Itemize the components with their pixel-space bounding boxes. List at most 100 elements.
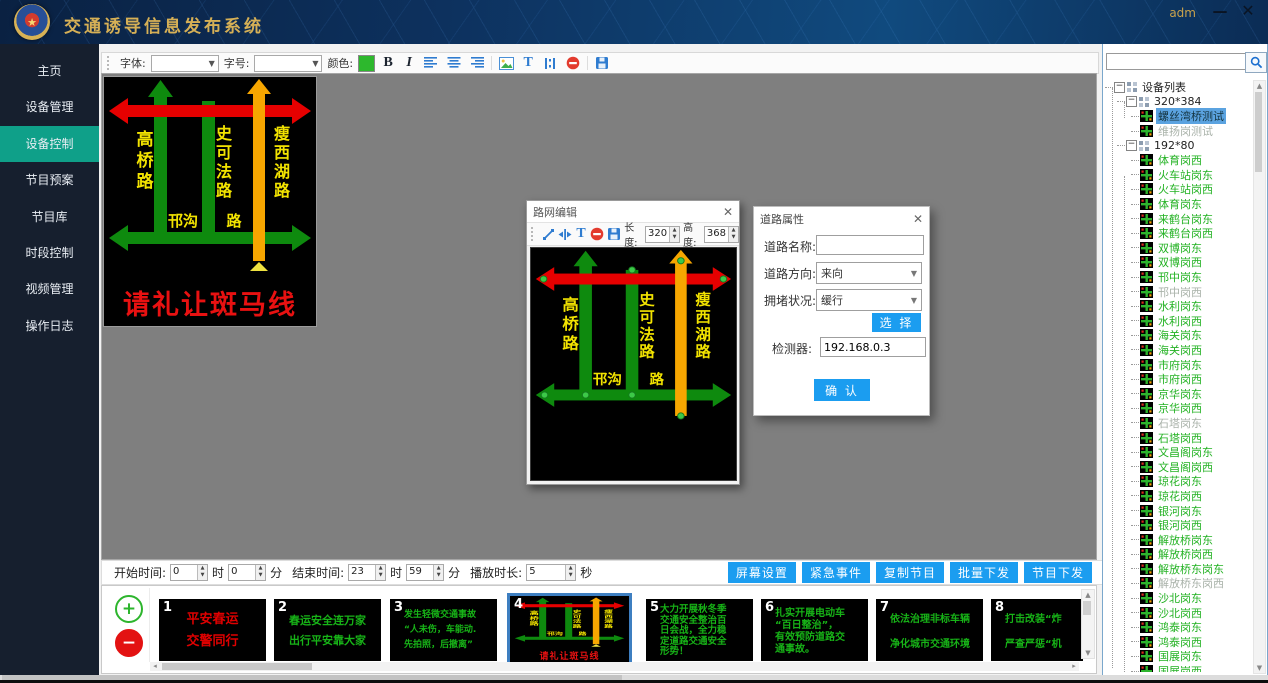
program-thumbnail-8[interactable]: 8打击改装“炸严查严惩“机 <box>991 599 1083 661</box>
screen-settings-button[interactable]: 屏幕设置 <box>728 562 796 583</box>
tree-device-node[interactable]: 国展岗东 <box>1105 649 1257 664</box>
dialog-titlebar[interactable]: 道路属性 ✕ <box>754 207 929 231</box>
scroll-down-icon[interactable]: ▼ <box>1254 663 1265 673</box>
scrollbar-thumb[interactable] <box>162 663 312 670</box>
sidebar-item-device-manage[interactable]: 设备管理 <box>0 89 99 125</box>
remove-program-button[interactable]: − <box>115 629 143 657</box>
sidebar-item-program-library[interactable]: 节目库 <box>0 199 99 235</box>
copy-program-button[interactable]: 复制节目 <box>876 562 944 583</box>
tree-device-node[interactable]: 琼花岗东 <box>1105 474 1257 489</box>
tree-device-node[interactable]: 京华岗西 <box>1105 401 1257 416</box>
sidebar-item-period-control[interactable]: 时段控制 <box>0 235 99 271</box>
batch-send-button[interactable]: 批量下发 <box>950 562 1018 583</box>
end-minute-stepper[interactable]: 59▲▼ <box>406 564 444 581</box>
confirm-button[interactable]: 确 认 <box>814 379 870 401</box>
road-name-field[interactable] <box>816 235 924 255</box>
tree-device-node[interactable]: 文昌阁岗东 <box>1105 445 1257 460</box>
sidebar-item-video-manage[interactable]: 视频管理 <box>0 271 99 307</box>
font-size-select[interactable]: ▼ <box>254 55 322 72</box>
tree-device-node[interactable]: 国展岗西 <box>1105 664 1257 672</box>
sidebar-item-program-plan[interactable]: 节目预案 <box>0 162 99 198</box>
program-thumbnail-2[interactable]: 2春运安全连万家出行平安靠大家 <box>274 599 381 661</box>
search-button[interactable] <box>1245 52 1267 73</box>
tree-device-node[interactable]: 水利岗西 <box>1105 314 1257 329</box>
add-program-button[interactable]: + <box>115 595 143 623</box>
close-icon[interactable]: ✕ <box>723 205 733 219</box>
save-icon[interactable] <box>607 225 621 243</box>
tree-device-node[interactable]: 市府岗东 <box>1105 357 1257 372</box>
congestion-select[interactable]: 缓行▼ <box>816 289 922 311</box>
delete-icon[interactable] <box>564 54 582 72</box>
tree-device-node[interactable]: 体育岗东 <box>1105 197 1257 212</box>
tree-device-node[interactable]: 海关岗西 <box>1105 343 1257 358</box>
tree-device-node[interactable]: 体育岗西 <box>1105 153 1257 168</box>
minimize-button[interactable]: — <box>1206 0 1234 24</box>
insert-image-icon[interactable] <box>497 54 515 72</box>
start-minute-stepper[interactable]: 0▲▼ <box>228 564 266 581</box>
detector-field[interactable] <box>820 337 926 357</box>
color-swatch[interactable] <box>358 55 375 72</box>
road-network-icon[interactable] <box>541 54 559 72</box>
tree-device-node[interactable]: 解放桥岗东 <box>1105 532 1257 547</box>
close-icon[interactable]: ✕ <box>913 212 923 226</box>
spin-up-icon[interactable]: ▲ <box>729 227 738 234</box>
tree-device-node[interactable]: 鸿泰岗西 <box>1105 635 1257 650</box>
design-canvas[interactable]: 高桥路史可法路瘦西湖路邗沟路 请礼让斑马线 路网编辑 ✕ T 长度: 320 <box>101 73 1097 560</box>
save-icon[interactable] <box>593 54 611 72</box>
tree-root-node[interactable]: −设备列表 <box>1105 80 1257 95</box>
program-thumbnail-7[interactable]: 7依法治理非标车辆净化城市交通环境 <box>876 599 983 661</box>
program-thumbnail-4[interactable]: 4高桥路史可法路瘦西湖路邗沟路请礼让斑马线 <box>507 593 632 666</box>
collapse-icon[interactable]: − <box>1126 96 1137 107</box>
spin-down-icon[interactable]: ▼ <box>729 234 738 241</box>
text-tool-button[interactable]: T <box>575 226 587 242</box>
scroll-right-icon[interactable]: ▸ <box>1069 662 1079 671</box>
scroll-down-icon[interactable]: ▼ <box>1082 648 1094 658</box>
device-search-input[interactable] <box>1106 53 1246 70</box>
tree-device-node[interactable]: 邗中岗西 <box>1105 284 1257 299</box>
tree-group-node[interactable]: −192*80 <box>1105 138 1257 153</box>
program-thumbnail-5[interactable]: 5大力开展秋冬季交通安全整治百日会战，全力稳定道路交通安全形势！ <box>646 599 753 661</box>
program-list-vertical-scrollbar[interactable]: ▲ ▼ <box>1081 589 1095 659</box>
collapse-icon[interactable]: − <box>1126 140 1137 151</box>
bold-button[interactable]: B <box>380 55 396 71</box>
tree-device-node[interactable]: 石塔岗西 <box>1105 430 1257 445</box>
scroll-up-icon[interactable]: ▲ <box>1254 81 1265 91</box>
text-tool-button[interactable]: T <box>520 55 536 71</box>
tree-device-node[interactable]: 解放桥东岗东 <box>1105 562 1257 577</box>
scrollbar-thumb[interactable] <box>1255 92 1262 172</box>
end-hour-stepper[interactable]: 23▲▼ <box>348 564 386 581</box>
tree-device-node[interactable]: 火车站岗西 <box>1105 182 1257 197</box>
tree-device-node[interactable]: 鸿泰岗东 <box>1105 620 1257 635</box>
emergency-event-button[interactable]: 紧急事件 <box>802 562 870 583</box>
tree-device-node[interactable]: 来鹤台岗东 <box>1105 211 1257 226</box>
program-list-horizontal-scrollbar[interactable]: ◂ ▸ <box>150 662 1079 671</box>
sidebar-item-operation-log[interactable]: 操作日志 <box>0 308 99 344</box>
device-tree-scrollbar[interactable]: ▲ ▼ <box>1253 80 1266 674</box>
tree-device-node[interactable]: 银河岗东 <box>1105 503 1257 518</box>
tree-group-node[interactable]: −320*384 <box>1105 95 1257 110</box>
draw-line-icon[interactable] <box>541 225 555 243</box>
tree-device-node[interactable]: 双博岗东 <box>1105 241 1257 256</box>
spin-up-icon[interactable]: ▲ <box>670 227 679 234</box>
start-hour-stepper[interactable]: 0▲▼ <box>170 564 208 581</box>
italic-button[interactable]: I <box>401 55 417 71</box>
scrollbar-thumb[interactable] <box>1083 601 1091 615</box>
tree-device-node[interactable]: 银河岗西 <box>1105 518 1257 533</box>
sign-preview-panel[interactable]: 高桥路史可法路瘦西湖路邗沟路 请礼让斑马线 <box>104 77 316 326</box>
tree-device-node[interactable]: 沙北岗西 <box>1105 605 1257 620</box>
align-center-icon[interactable] <box>445 54 463 72</box>
tree-device-node[interactable]: 京华岗东 <box>1105 386 1257 401</box>
sidebar-item-home[interactable]: 主页 <box>0 53 99 89</box>
tree-device-node[interactable]: 海关岗东 <box>1105 328 1257 343</box>
tree-device-node[interactable]: 解放桥东岗西 <box>1105 576 1257 591</box>
program-thumbnail-1[interactable]: 1平安春运交警同行 <box>159 599 266 661</box>
tree-device-node[interactable]: 市府岗西 <box>1105 372 1257 387</box>
tree-device-node[interactable]: 维扬岗测试 <box>1105 124 1257 139</box>
tree-device-node[interactable]: 解放桥岗西 <box>1105 547 1257 562</box>
tree-device-node[interactable]: 来鹤台岗西 <box>1105 226 1257 241</box>
tree-device-node[interactable]: 邗中岗东 <box>1105 270 1257 285</box>
select-detector-button[interactable]: 选 择 <box>872 313 921 332</box>
spin-down-icon[interactable]: ▼ <box>670 234 679 241</box>
font-select[interactable]: ▼ <box>151 55 219 72</box>
crossing-road-icon[interactable] <box>558 225 572 243</box>
